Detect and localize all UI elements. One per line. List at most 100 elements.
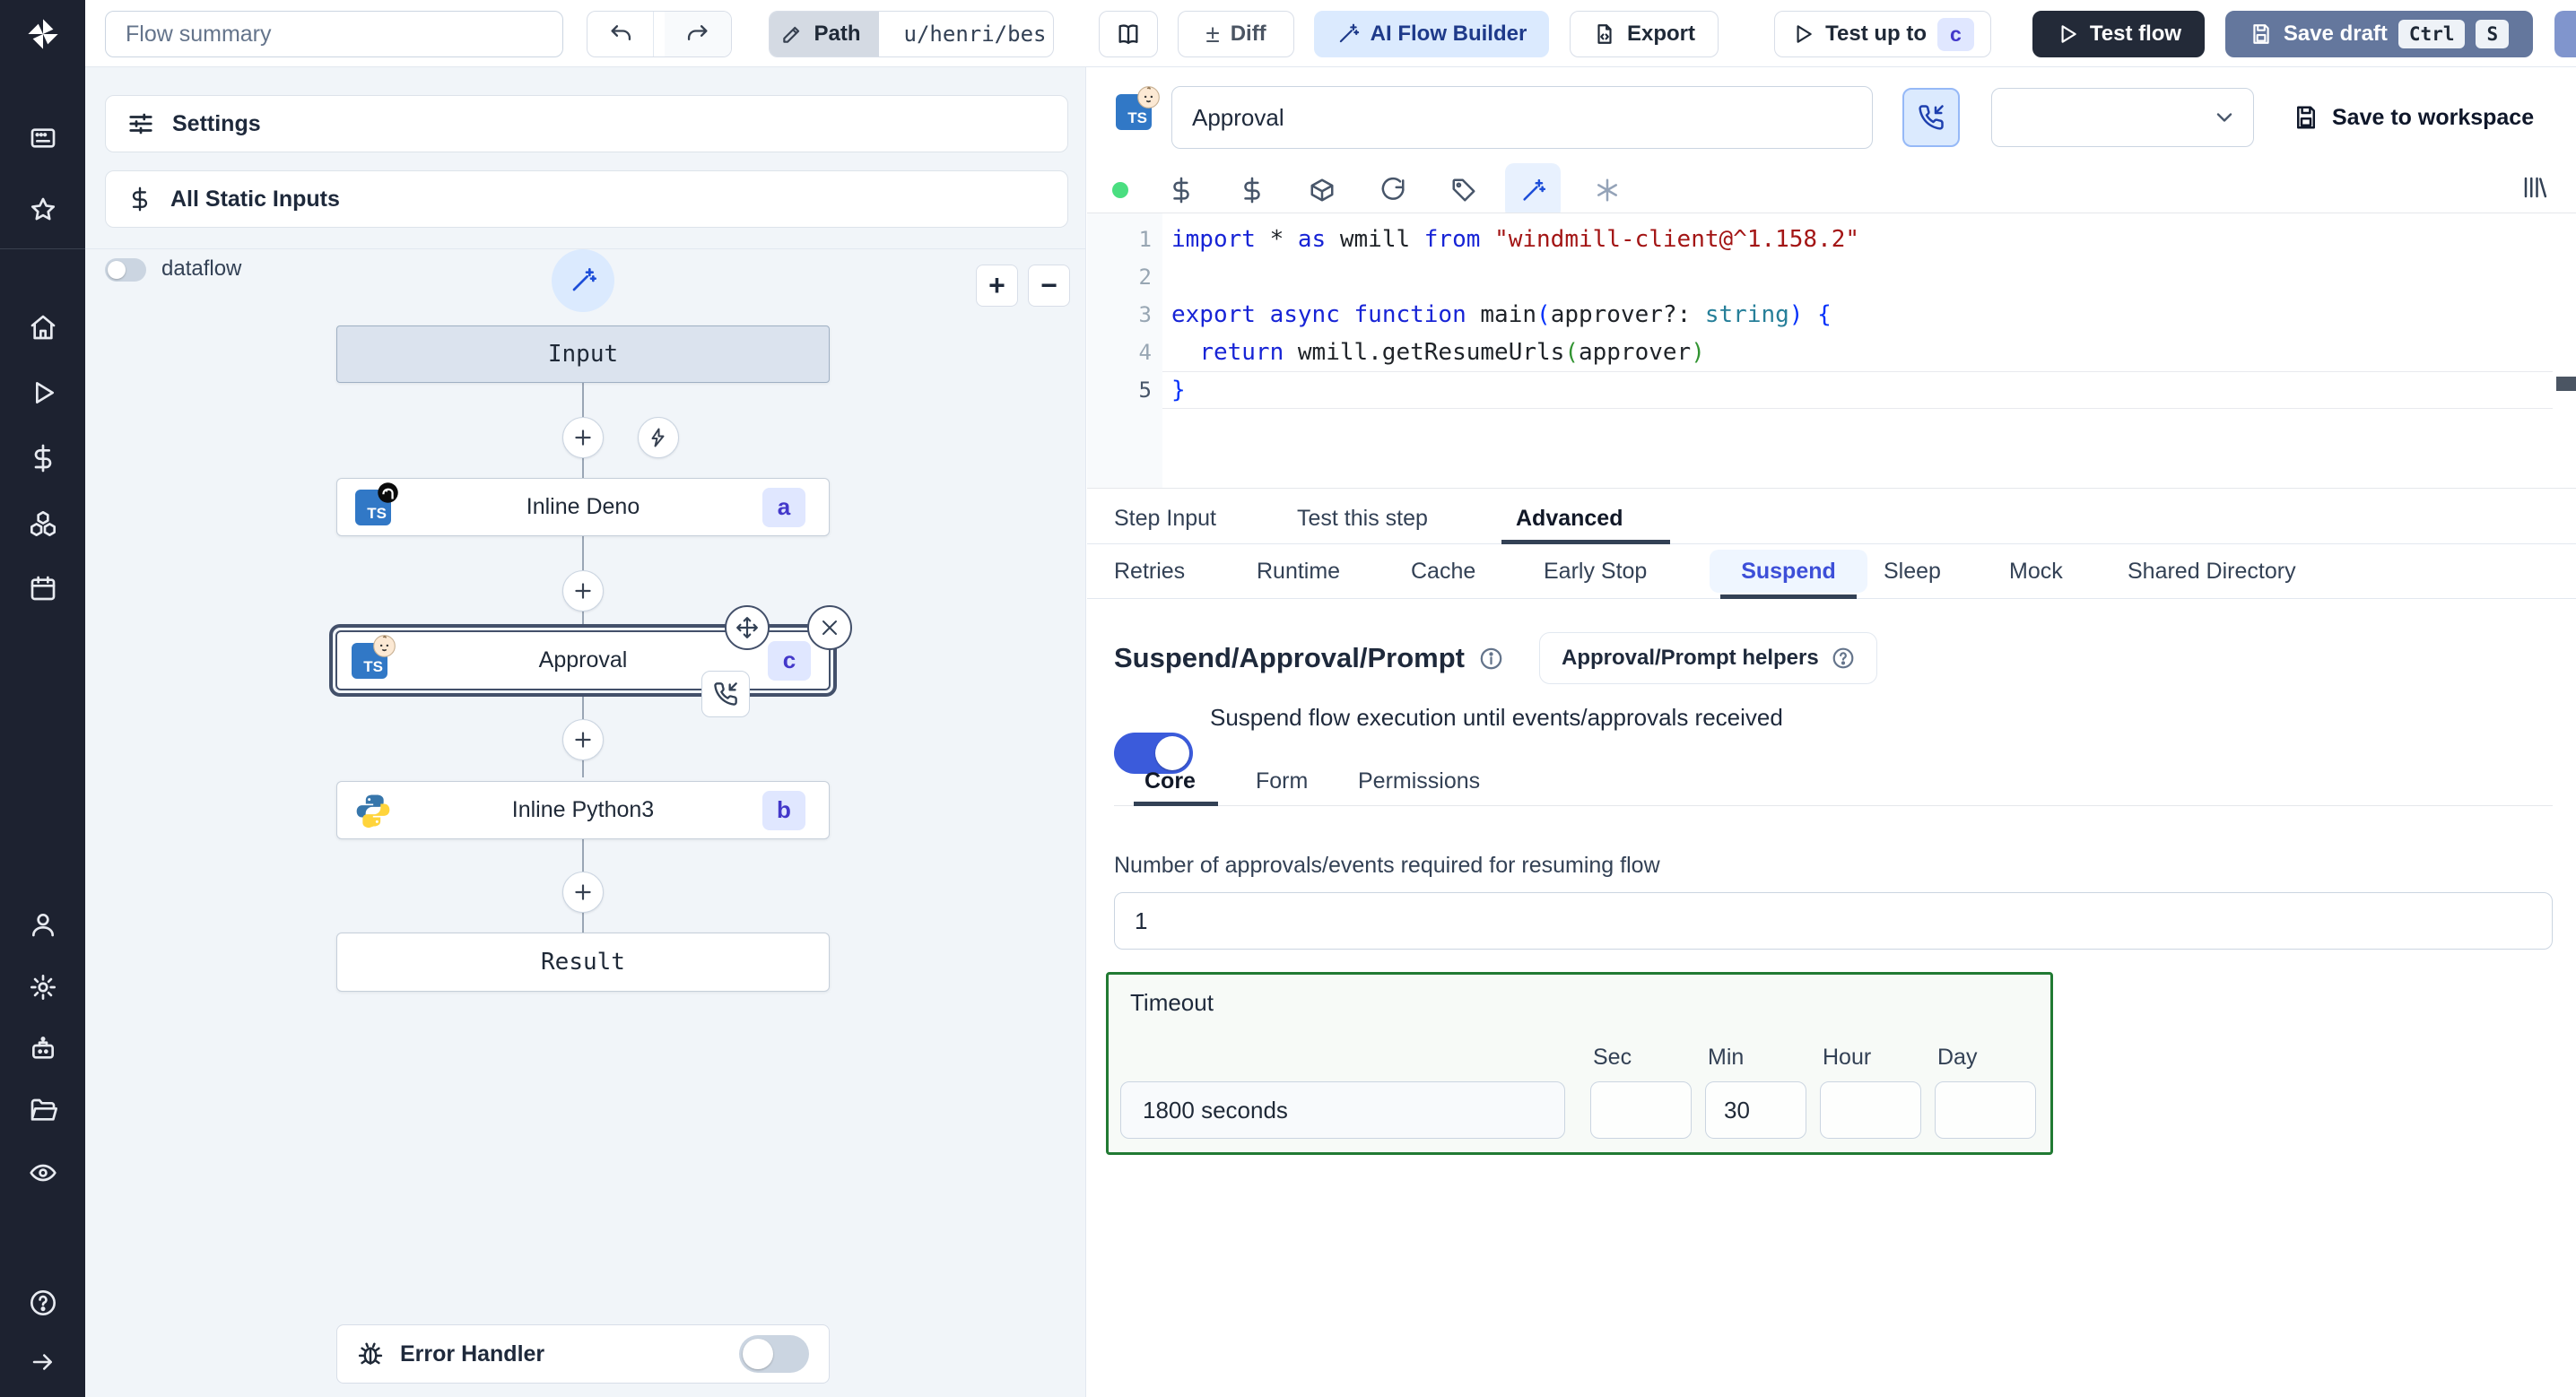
timeout-min-input[interactable] [1705,1081,1806,1139]
ai-flow-builder-button[interactable]: AI Flow Builder [1314,11,1549,57]
editor-scrollbar-thumb[interactable] [2556,377,2576,391]
tab-early-stop[interactable]: Early Stop [1544,559,1647,585]
export-button[interactable]: Export [1570,11,1719,57]
test-flow-button[interactable]: Test flow [2032,11,2205,57]
timeout-col-sec: Sec [1593,1045,1632,1070]
save-draft-button[interactable]: Save draft Ctrl S [2225,11,2533,57]
refresh-icon [1379,177,1406,204]
save-icon [2293,104,2319,131]
step-title-input[interactable] [1171,86,1873,149]
tab-step-input[interactable]: Step Input [1114,506,1216,532]
tab-mock[interactable]: Mock [2009,559,2063,585]
sidebar-expand-button[interactable] [0,1337,85,1387]
topbar: Path u/henri/bes ± Diff AI Flow Builder … [85,0,2576,67]
error-handler-toggle[interactable] [739,1335,809,1373]
reload-button[interactable] [1373,170,1413,210]
suspend-step-button[interactable] [1902,88,1960,147]
add-trigger-button[interactable] [638,417,679,458]
ai-assistant-button[interactable] [1505,163,1561,219]
sidebar-item-schedules[interactable] [0,563,85,613]
flow-graph: Input TS Inline Deno a TS Approval c Inl… [85,67,1086,1397]
tab-runtime[interactable]: Runtime [1257,559,1340,585]
sidebar-item-settings[interactable] [0,962,85,1012]
bolt-icon [648,427,669,448]
step-tabs: Step Input Test this step Advanced [1087,493,2576,544]
node-input[interactable]: Input [336,325,830,383]
sidebar-item-resources[interactable] [0,499,85,549]
add-step-button[interactable] [562,570,604,612]
sidebar-item-favorites[interactable] [0,185,85,235]
code-line: import * as wmill from "windmill-client@… [1171,226,1860,253]
sidebar-item-workers[interactable] [0,1024,85,1074]
approvals-count-label: Number of approvals/events required for … [1114,853,1660,878]
approvals-count-input[interactable] [1114,892,2553,950]
timeout-day-input[interactable] [1935,1081,2036,1139]
sidebar-item-audit-logs[interactable] [0,1148,85,1198]
diff-button[interactable]: ± Diff [1178,11,1294,57]
timeout-sec-input[interactable] [1590,1081,1692,1139]
script-version-select[interactable] [1991,88,2254,147]
edge [582,839,584,872]
baby-face-icon [1136,85,1161,109]
info-icon[interactable] [1479,646,1503,671]
gear-icon [29,973,57,1002]
node-inline-deno[interactable]: TS Inline Deno a [336,478,830,536]
undo-button[interactable] [587,12,655,56]
approval-prompt-helpers-button[interactable]: Approval/Prompt helpers [1538,632,1877,684]
error-handler-row[interactable]: Error Handler [336,1324,830,1384]
library-panel-button[interactable] [2515,168,2554,207]
pencil-icon [780,22,804,46]
tab-test-this-step[interactable]: Test this step [1297,506,1428,532]
timeout-hour-input[interactable] [1820,1081,1921,1139]
redo-icon [685,22,710,47]
ai-autocomplete-button[interactable] [1588,170,1627,210]
deploy-button[interactable] [2554,11,2576,57]
sidebar-item-runs[interactable] [0,368,85,418]
tag-icon [1450,177,1477,204]
error-handler-toggle-knob [743,1339,773,1369]
edge [582,911,584,933]
sidebar-item-help[interactable] [0,1278,85,1328]
sidebar-item-variables[interactable] [0,433,85,483]
add-step-button[interactable] [562,417,604,458]
redo-button[interactable] [665,12,731,56]
subtab-form[interactable]: Form [1256,768,1308,794]
node-result[interactable]: Result [336,933,830,992]
tag-button[interactable] [1444,170,1484,210]
node-inline-python3[interactable]: Inline Python3 b [336,781,830,839]
add-step-button[interactable] [562,719,604,760]
suspend-indicator-badge[interactable] [701,671,750,717]
code-editor[interactable]: 1 2 3 4 5 import * as wmill from "windmi… [1087,213,2576,489]
sidebar-item-folders[interactable] [0,1086,85,1136]
move-node-handle[interactable] [725,605,770,650]
resources-picker-button[interactable] [1232,170,1272,210]
flow-summary-input[interactable] [105,11,563,57]
subtab-permissions[interactable]: Permissions [1358,768,1480,794]
export-icon [1593,22,1616,46]
save-to-workspace-button[interactable]: Save to workspace [2293,88,2534,147]
add-step-button[interactable] [562,872,604,913]
tab-retries[interactable]: Retries [1114,559,1185,585]
tab-advanced[interactable]: Advanced [1516,506,1623,532]
play-outline-icon [1791,22,1815,46]
test-up-to-step-badge: c [1937,17,1974,51]
windmill-logo[interactable] [0,9,85,59]
sidebar-item-app-window[interactable] [0,113,85,163]
variables-picker-button[interactable] [1162,170,1201,210]
tab-cache[interactable]: Cache [1411,559,1475,585]
sidebar-item-home[interactable] [0,302,85,352]
subtab-core[interactable]: Core [1144,768,1196,794]
delete-node-button[interactable] [807,605,852,650]
sidebar-item-users[interactable] [0,899,85,950]
path-button[interactable]: Path u/henri/bes [769,11,1054,57]
wand-icon [1519,178,1546,204]
edge [582,697,584,719]
docs-button[interactable] [1099,11,1158,57]
tab-suspend[interactable]: Suspend [1741,559,1836,585]
tab-sleep[interactable]: Sleep [1884,559,1941,585]
test-up-to-button[interactable]: Test up to c [1774,11,1991,57]
dollar-icon [1168,177,1195,204]
package-button[interactable] [1302,170,1342,210]
timeout-seconds-input[interactable] [1120,1081,1565,1139]
tab-shared-directory[interactable]: Shared Directory [2128,559,2296,585]
